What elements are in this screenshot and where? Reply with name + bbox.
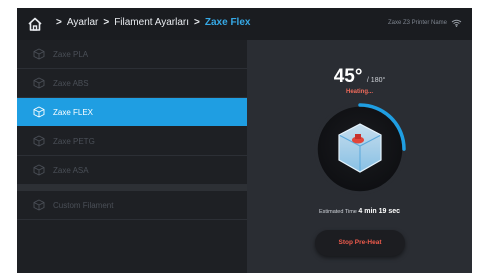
wifi-icon bbox=[451, 19, 462, 27]
estimated-time: Estimated Time 4 min 19 sec bbox=[247, 208, 472, 215]
cube-icon bbox=[33, 199, 45, 211]
filament-label: Zaxe ABS bbox=[53, 78, 89, 88]
filament-list: Zaxe PLA Zaxe ABS Zaxe FLEX Zaxe PETG Za… bbox=[17, 40, 247, 273]
heating-panel: 45° / 180° Heating... Estimated Time 4 m… bbox=[247, 40, 472, 273]
heating-status: Heating... bbox=[345, 89, 373, 95]
filament-item-flex[interactable]: Zaxe FLEX bbox=[17, 98, 247, 126]
breadcrumb-item-ayarlar[interactable]: Ayarlar bbox=[67, 17, 99, 28]
cube-icon bbox=[33, 164, 45, 176]
breadcrumb-separator: > bbox=[56, 17, 62, 28]
current-temperature: 45° bbox=[333, 66, 363, 87]
temperature-readout: 45° / 180° bbox=[247, 66, 472, 88]
home-icon[interactable] bbox=[27, 16, 43, 32]
breadcrumb: > Ayarlar > Filament Ayarları > Zaxe Fle… bbox=[51, 17, 250, 28]
eta-value: 4 min 19 sec bbox=[358, 208, 401, 215]
filament-item-petg[interactable]: Zaxe PETG bbox=[17, 127, 247, 156]
filament-item-asa[interactable]: Zaxe ASA bbox=[17, 156, 247, 185]
heating-progress-ring bbox=[314, 103, 406, 195]
cube-icon bbox=[33, 135, 45, 147]
cube-icon bbox=[33, 106, 45, 118]
filament-label: Zaxe ASA bbox=[53, 165, 89, 175]
breadcrumb-current: Zaxe Flex bbox=[204, 17, 251, 28]
breadcrumb-separator: > bbox=[194, 17, 200, 28]
breadcrumb-item-filament-ayarlari[interactable]: Filament Ayarları bbox=[114, 17, 189, 28]
eta-label: Estimated Time bbox=[318, 209, 357, 215]
stop-preheat-button[interactable]: Stop Pre-Heat bbox=[315, 230, 405, 256]
filament-label: Zaxe PETG bbox=[53, 136, 95, 146]
cube-icon bbox=[33, 48, 45, 60]
target-temperature: / 180° bbox=[366, 77, 386, 84]
printer-status: Zaxe Z3 Printer Name bbox=[388, 19, 462, 27]
printer-name: Zaxe Z3 Printer Name bbox=[387, 20, 447, 26]
filament-item-abs[interactable]: Zaxe ABS bbox=[17, 69, 247, 98]
top-bar: > Ayarlar > Filament Ayarları > Zaxe Fle… bbox=[17, 8, 472, 40]
filament-item-custom[interactable]: Custom Filament bbox=[17, 191, 247, 220]
filament-item-pla[interactable]: Zaxe PLA bbox=[17, 40, 247, 69]
filament-label: Custom Filament bbox=[53, 200, 114, 210]
cube-icon bbox=[33, 77, 45, 89]
filament-label: Zaxe PLA bbox=[53, 49, 89, 59]
preheat-screen: > Ayarlar > Filament Ayarları > Zaxe Fle… bbox=[17, 8, 472, 273]
breadcrumb-separator: > bbox=[103, 17, 110, 28]
filament-label: Zaxe FLEX bbox=[53, 107, 94, 117]
